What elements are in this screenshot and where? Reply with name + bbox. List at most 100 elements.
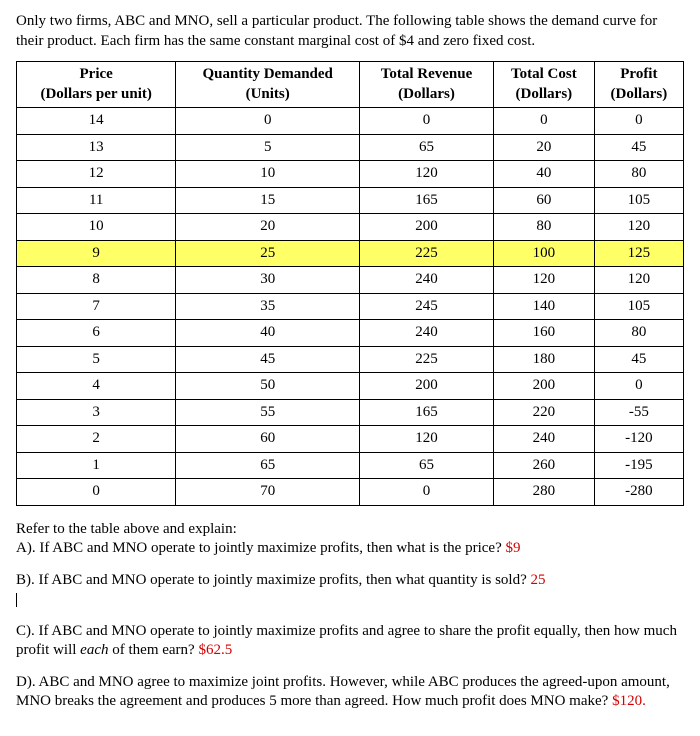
cell-profit: 0 xyxy=(594,108,683,135)
col-qty-l2: (Units) xyxy=(182,85,353,105)
cell-cost: 40 xyxy=(493,161,594,188)
col-qty-l1: Quantity Demanded xyxy=(202,66,332,82)
cell-price: 13 xyxy=(17,134,176,161)
cell-cost: 80 xyxy=(493,214,594,241)
cell-price: 5 xyxy=(17,346,176,373)
col-price-l1: Price xyxy=(80,66,113,82)
cell-price: 2 xyxy=(17,426,176,453)
col-rev: Total Revenue (Dollars) xyxy=(360,62,494,108)
cell-profit: 80 xyxy=(594,161,683,188)
cell-profit: 80 xyxy=(594,320,683,347)
demand-table: Price (Dollars per unit) Quantity Demand… xyxy=(16,61,684,506)
cell-price: 9 xyxy=(17,240,176,267)
col-cost: Total Cost (Dollars) xyxy=(493,62,594,108)
question-d: D). ABC and MNO agree to maximize joint … xyxy=(16,674,670,710)
table-header-row: Price (Dollars per unit) Quantity Demand… xyxy=(17,62,684,108)
cell-profit: 105 xyxy=(594,293,683,320)
col-profit-l1: Profit xyxy=(620,66,657,82)
answer-d: $120. xyxy=(612,693,646,709)
question-c-part2: of them earn? xyxy=(109,642,199,658)
cell-rev: 65 xyxy=(360,134,494,161)
cell-rev: 0 xyxy=(360,108,494,135)
table-row: 135652045 xyxy=(17,134,684,161)
cell-qty: 15 xyxy=(176,187,360,214)
cell-profit: -120 xyxy=(594,426,683,453)
question-b-block: B). If ABC and MNO operate to jointly ma… xyxy=(16,571,684,610)
question-d-block: D). ABC and MNO agree to maximize joint … xyxy=(16,673,684,712)
intro-text: Only two firms, ABC and MNO, sell a part… xyxy=(16,12,684,51)
cell-rev: 225 xyxy=(360,240,494,267)
question-b: B). If ABC and MNO operate to jointly ma… xyxy=(16,572,531,588)
cell-qty: 70 xyxy=(176,479,360,506)
table-row: 16565260-195 xyxy=(17,452,684,479)
table-row: 925225100125 xyxy=(17,240,684,267)
answer-c: $62.5 xyxy=(198,642,232,658)
cell-profit: 0 xyxy=(594,373,683,400)
table-row: 355165220-55 xyxy=(17,399,684,426)
cell-cost: 20 xyxy=(493,134,594,161)
cell-rev: 165 xyxy=(360,399,494,426)
col-cost-l2: (Dollars) xyxy=(500,85,588,105)
col-qty: Quantity Demanded (Units) xyxy=(176,62,360,108)
cell-profit: -195 xyxy=(594,452,683,479)
cell-rev: 165 xyxy=(360,187,494,214)
cell-price: 4 xyxy=(17,373,176,400)
cell-rev: 120 xyxy=(360,426,494,453)
refer-text: Refer to the table above and explain: A)… xyxy=(16,520,684,559)
answer-a: $9 xyxy=(505,540,520,556)
cell-rev: 240 xyxy=(360,267,494,294)
cell-profit: 45 xyxy=(594,134,683,161)
table-row: 260120240-120 xyxy=(17,426,684,453)
col-profit: Profit (Dollars) xyxy=(594,62,683,108)
cell-qty: 5 xyxy=(176,134,360,161)
cell-cost: 100 xyxy=(493,240,594,267)
cell-qty: 50 xyxy=(176,373,360,400)
cell-profit: 45 xyxy=(594,346,683,373)
text-cursor[interactable] xyxy=(16,593,17,607)
table-row: 830240120120 xyxy=(17,267,684,294)
table-row: 4502002000 xyxy=(17,373,684,400)
cell-cost: 280 xyxy=(493,479,594,506)
cell-rev: 200 xyxy=(360,214,494,241)
table-row: 111516560105 xyxy=(17,187,684,214)
cell-cost: 220 xyxy=(493,399,594,426)
cell-price: 8 xyxy=(17,267,176,294)
col-price-l2: (Dollars per unit) xyxy=(23,85,169,105)
cell-qty: 55 xyxy=(176,399,360,426)
cell-cost: 240 xyxy=(493,426,594,453)
col-profit-l2: (Dollars) xyxy=(601,85,677,105)
cell-qty: 0 xyxy=(176,108,360,135)
table-row: 140000 xyxy=(17,108,684,135)
cell-cost: 60 xyxy=(493,187,594,214)
cell-rev: 200 xyxy=(360,373,494,400)
cell-rev: 225 xyxy=(360,346,494,373)
question-a: A). If ABC and MNO operate to jointly ma… xyxy=(16,540,505,556)
cell-qty: 30 xyxy=(176,267,360,294)
cell-qty: 40 xyxy=(176,320,360,347)
cell-price: 11 xyxy=(17,187,176,214)
cell-price: 6 xyxy=(17,320,176,347)
cell-price: 0 xyxy=(17,479,176,506)
col-rev-l1: Total Revenue xyxy=(381,66,473,82)
cell-cost: 180 xyxy=(493,346,594,373)
cell-qty: 35 xyxy=(176,293,360,320)
cell-qty: 60 xyxy=(176,426,360,453)
cell-cost: 200 xyxy=(493,373,594,400)
cell-price: 10 xyxy=(17,214,176,241)
cell-price: 14 xyxy=(17,108,176,135)
cell-rev: 120 xyxy=(360,161,494,188)
cell-qty: 20 xyxy=(176,214,360,241)
question-c-em: each xyxy=(80,642,108,658)
table-row: 735245140105 xyxy=(17,293,684,320)
answer-b: 25 xyxy=(531,572,546,588)
question-c-block: C). If ABC and MNO operate to jointly ma… xyxy=(16,622,684,661)
col-rev-l2: (Dollars) xyxy=(366,85,487,105)
table-row: 102020080120 xyxy=(17,214,684,241)
cell-cost: 120 xyxy=(493,267,594,294)
col-price: Price (Dollars per unit) xyxy=(17,62,176,108)
cell-qty: 25 xyxy=(176,240,360,267)
table-row: 64024016080 xyxy=(17,320,684,347)
cell-profit: -280 xyxy=(594,479,683,506)
cell-price: 7 xyxy=(17,293,176,320)
cell-qty: 45 xyxy=(176,346,360,373)
